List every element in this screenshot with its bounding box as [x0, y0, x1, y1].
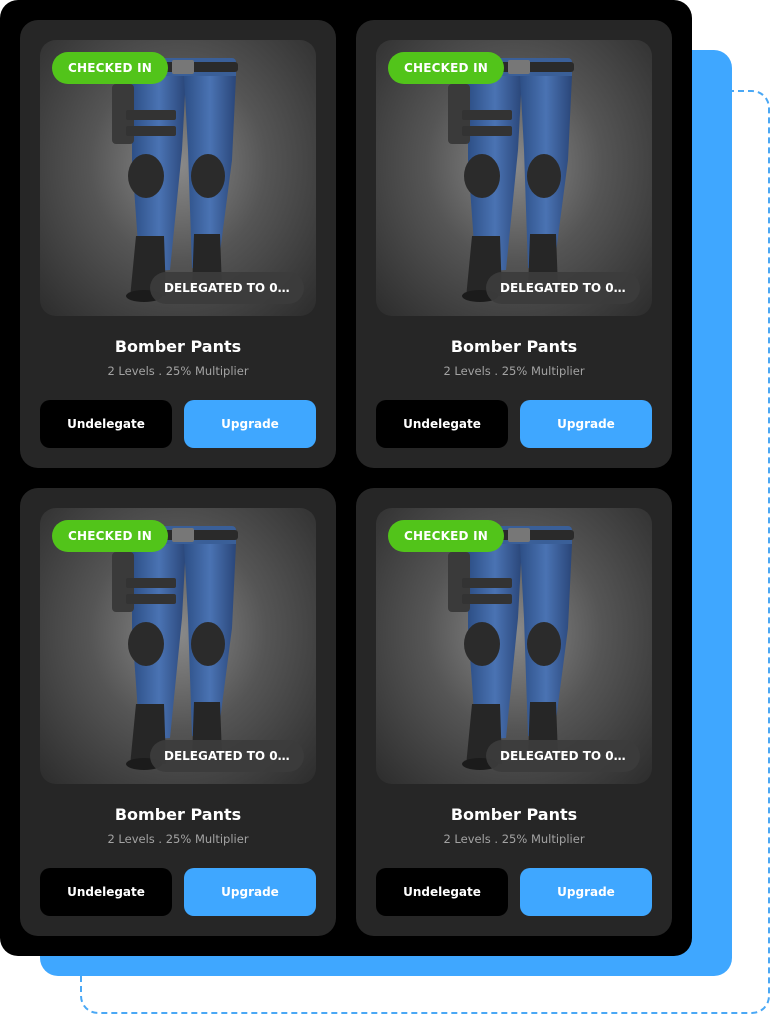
delegated-badge: DELEGATED TO 0XA7...	[486, 272, 640, 304]
pants-image: CHECKED IN DELEGATED TO 0XA7...	[40, 508, 316, 784]
card-title: Bomber Pants	[114, 805, 242, 824]
delegated-badge: DELEGATED TO 0XA7...	[486, 740, 640, 772]
undelegate-button[interactable]: Undelegate	[376, 400, 508, 448]
checked-in-badge: CHECKED IN	[52, 52, 168, 84]
undelegate-button[interactable]: Undelegate	[40, 400, 172, 448]
upgrade-button[interactable]: Upgrade	[184, 868, 316, 916]
nft-grid-panel: CHECKED IN DELEGATED TO 0XA7... Bomber P…	[0, 0, 692, 956]
checked-in-badge: CHECKED IN	[52, 520, 168, 552]
nft-card[interactable]: CHECKED IN DELEGATED TO 0XA7... Bomber P…	[356, 488, 672, 936]
upgrade-button[interactable]: Upgrade	[520, 868, 652, 916]
delegated-badge: DELEGATED TO 0XA7...	[150, 740, 304, 772]
card-subtitle: 2 Levels . 25% Multiplier	[443, 364, 585, 378]
card-title: Bomber Pants	[450, 805, 578, 824]
card-subtitle: 2 Levels . 25% Multiplier	[443, 832, 585, 846]
card-title: Bomber Pants	[450, 337, 578, 356]
checked-in-badge: CHECKED IN	[388, 52, 504, 84]
upgrade-button[interactable]: Upgrade	[184, 400, 316, 448]
pants-image: CHECKED IN DELEGATED TO 0XA7...	[376, 508, 652, 784]
card-subtitle: 2 Levels . 25% Multiplier	[107, 364, 249, 378]
nft-card[interactable]: CHECKED IN DELEGATED TO 0XA7... Bomber P…	[356, 20, 672, 468]
undelegate-button[interactable]: Undelegate	[376, 868, 508, 916]
pants-image: CHECKED IN DELEGATED TO 0XA7...	[40, 40, 316, 316]
nft-card[interactable]: CHECKED IN DELEGATED TO 0XA7... Bomber P…	[20, 20, 336, 468]
nft-card[interactable]: CHECKED IN DELEGATED TO 0XA7... Bomber P…	[20, 488, 336, 936]
delegated-badge: DELEGATED TO 0XA7...	[150, 272, 304, 304]
upgrade-button[interactable]: Upgrade	[520, 400, 652, 448]
undelegate-button[interactable]: Undelegate	[40, 868, 172, 916]
pants-image: CHECKED IN DELEGATED TO 0XA7...	[376, 40, 652, 316]
card-subtitle: 2 Levels . 25% Multiplier	[107, 832, 249, 846]
card-title: Bomber Pants	[114, 337, 242, 356]
checked-in-badge: CHECKED IN	[388, 520, 504, 552]
